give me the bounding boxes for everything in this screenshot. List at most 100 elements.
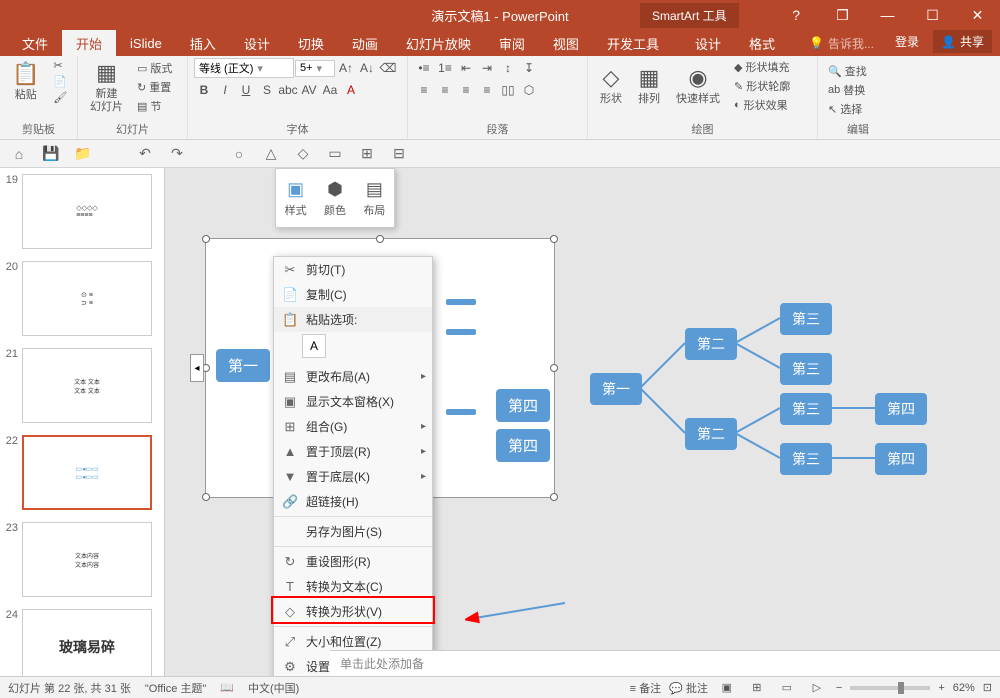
numbering-icon[interactable]: 1≡ <box>435 58 455 78</box>
align-left-icon[interactable]: ≡ <box>414 80 434 100</box>
tell-me-box[interactable]: 💡 告诉我... <box>809 30 874 56</box>
shapes-button[interactable]: ◇形状 <box>594 63 628 108</box>
zoom-in-icon[interactable]: + <box>938 682 944 694</box>
tree-node[interactable]: 第一 <box>216 349 270 382</box>
expand-text-pane[interactable]: ◂ <box>190 354 204 382</box>
cm-reset-shape[interactable]: ↻重设图形(R) <box>274 549 432 574</box>
qat-icon-1[interactable]: ○ <box>228 143 250 165</box>
bold-button[interactable]: B <box>194 80 214 100</box>
convert-smartart-icon[interactable]: ⬡ <box>519 80 539 100</box>
zoom-slider[interactable] <box>850 686 930 690</box>
cut-button[interactable]: ✂ <box>49 58 71 73</box>
font-name-combo[interactable]: 等线 (正文)▾ <box>194 58 294 78</box>
help-icon[interactable]: ? <box>792 7 800 23</box>
tab-insert[interactable]: 插入 <box>176 30 230 56</box>
tree-node[interactable]: 第四 <box>496 389 550 422</box>
underline-button[interactable]: U <box>236 80 256 100</box>
tab-view[interactable]: 视图 <box>539 30 593 56</box>
arrange-button[interactable]: ▦排列 <box>632 63 666 108</box>
slide-thumb-19[interactable]: 19 ◇◇◇◇≡≡≡≡ <box>0 168 164 255</box>
align-right-icon[interactable]: ≡ <box>456 80 476 100</box>
indent-left-icon[interactable]: ⇤ <box>456 58 476 78</box>
maximize-icon[interactable]: ☐ <box>910 0 955 30</box>
slide-thumb-24[interactable]: 24 玻璃易碎 <box>0 603 164 676</box>
tab-slideshow[interactable]: 幻灯片放映 <box>392 30 485 56</box>
font-color-button[interactable]: A <box>341 80 361 100</box>
undo-icon[interactable]: ↶ <box>134 143 156 165</box>
slide-thumb-21[interactable]: 21 文本 文本文本 文本 <box>0 342 164 429</box>
cm-save-pic[interactable]: 另存为图片(S) <box>274 519 432 544</box>
columns-icon[interactable]: ▯▯ <box>498 80 518 100</box>
justify-icon[interactable]: ≡ <box>477 80 497 100</box>
section-button[interactable]: ▤ 节 <box>133 97 176 115</box>
case-button[interactable]: Aa <box>320 80 340 100</box>
tab-animations[interactable]: 动画 <box>338 30 392 56</box>
share-button[interactable]: 👤 共享 <box>933 30 992 53</box>
color-button[interactable]: ⬢颜色 <box>315 169 354 227</box>
shrink-font-icon[interactable]: A↓ <box>357 58 377 78</box>
slide-thumb-22[interactable]: 22 ▭◂▭▭▭◂▭▭ <box>0 429 164 516</box>
slide-panel[interactable]: 19 ◇◇◇◇≡≡≡≡ 20 ⊙ ≡⊃ ≡ 21 文本 文本文本 文本 22 ▭… <box>0 168 165 676</box>
paste-button[interactable]: 📋 粘贴 <box>6 59 45 104</box>
cm-show-text[interactable]: ▣显示文本窗格(X) <box>274 389 432 414</box>
qat-icon-2[interactable]: △ <box>260 143 282 165</box>
shape-outline-button[interactable]: ✎ 形状轮廓 <box>730 77 794 95</box>
tab-developer[interactable]: 开发工具 <box>593 30 673 56</box>
spell-check-icon[interactable]: 📖 <box>220 681 234 694</box>
replace-button[interactable]: ab 替换 <box>824 81 892 99</box>
quick-styles-button[interactable]: ◉快速样式 <box>670 63 726 108</box>
folder-icon[interactable]: 📁 <box>72 143 94 165</box>
tab-design[interactable]: 设计 <box>230 30 284 56</box>
home-icon[interactable]: ⌂ <box>8 143 30 165</box>
fit-window-icon[interactable]: ⊡ <box>983 681 992 694</box>
cm-convert-text[interactable]: T转换为文本(C) <box>274 574 432 599</box>
copy-button[interactable]: 📄 <box>49 74 71 89</box>
shadow-button[interactable]: abc <box>278 80 298 100</box>
cm-hyperlink[interactable]: 🔗超链接(H) <box>274 489 432 514</box>
bullets-icon[interactable]: •≡ <box>414 58 434 78</box>
tab-home[interactable]: 开始 <box>62 30 116 56</box>
redo-icon[interactable]: ↷ <box>166 143 188 165</box>
save-icon[interactable]: 💾 <box>40 143 62 165</box>
notes-button[interactable]: ≡ 备注 <box>630 680 661 696</box>
tree-node[interactable]: 第四 <box>496 429 550 462</box>
cm-group[interactable]: ⊞组合(G)▸ <box>274 414 432 439</box>
zoom-out-icon[interactable]: − <box>836 682 842 694</box>
cm-send-back[interactable]: ▼置于底层(K)▸ <box>274 464 432 489</box>
qat-icon-5[interactable]: ⊞ <box>356 143 378 165</box>
spacing-button[interactable]: AV <box>299 80 319 100</box>
layout-button[interactable]: ▤布局 <box>355 169 394 227</box>
restore-down-icon[interactable]: ❐ <box>820 0 865 30</box>
qat-icon-6[interactable]: ⊟ <box>388 143 410 165</box>
slide-thumb-20[interactable]: 20 ⊙ ≡⊃ ≡ <box>0 255 164 342</box>
layout-button[interactable]: ▭ 版式 <box>133 59 176 77</box>
clear-format-icon[interactable]: ⌫ <box>378 58 398 78</box>
minimize-icon[interactable]: — <box>865 0 910 30</box>
tab-islide[interactable]: iSlide <box>116 30 176 56</box>
tab-review[interactable]: 审阅 <box>485 30 539 56</box>
strike-button[interactable]: S <box>257 80 277 100</box>
cm-cut[interactable]: ✂剪切(T) <box>274 257 432 282</box>
style-button[interactable]: ▣样式 <box>276 169 315 227</box>
shape-effects-button[interactable]: ◐ 形状效果 <box>730 96 794 114</box>
canvas-area[interactable]: ▣样式 ⬢颜色 ▤布局 ◂ 第一 第四 第四 ✂剪切(T) 📄复制(C) <box>165 168 1000 676</box>
font-size-combo[interactable]: 5+▾ <box>295 60 335 77</box>
cm-paste-option-item[interactable]: A <box>274 332 432 364</box>
cm-convert-shape[interactable]: ◇转换为形状(V) <box>274 599 432 624</box>
qat-icon-4[interactable]: ▭ <box>324 143 346 165</box>
tab-file[interactable]: 文件 <box>8 30 62 56</box>
shape-fill-button[interactable]: ◆ 形状填充 <box>730 58 794 76</box>
resize-handle[interactable] <box>550 235 558 243</box>
new-slide-button[interactable]: ▦ 新建 幻灯片 <box>84 58 129 116</box>
resize-handle[interactable] <box>376 235 384 243</box>
tab-transitions[interactable]: 切换 <box>284 30 338 56</box>
zoom-level[interactable]: 62% <box>953 682 975 694</box>
reset-button[interactable]: ↻ 重置 <box>133 78 176 96</box>
italic-button[interactable]: I <box>215 80 235 100</box>
find-button[interactable]: 🔍 查找 <box>824 62 892 80</box>
close-icon[interactable]: ✕ <box>955 0 1000 30</box>
comments-button[interactable]: 💬 批注 <box>669 680 708 696</box>
language[interactable]: 中文(中国) <box>248 680 299 696</box>
qat-icon-3[interactable]: ◇ <box>292 143 314 165</box>
indent-right-icon[interactable]: ⇥ <box>477 58 497 78</box>
